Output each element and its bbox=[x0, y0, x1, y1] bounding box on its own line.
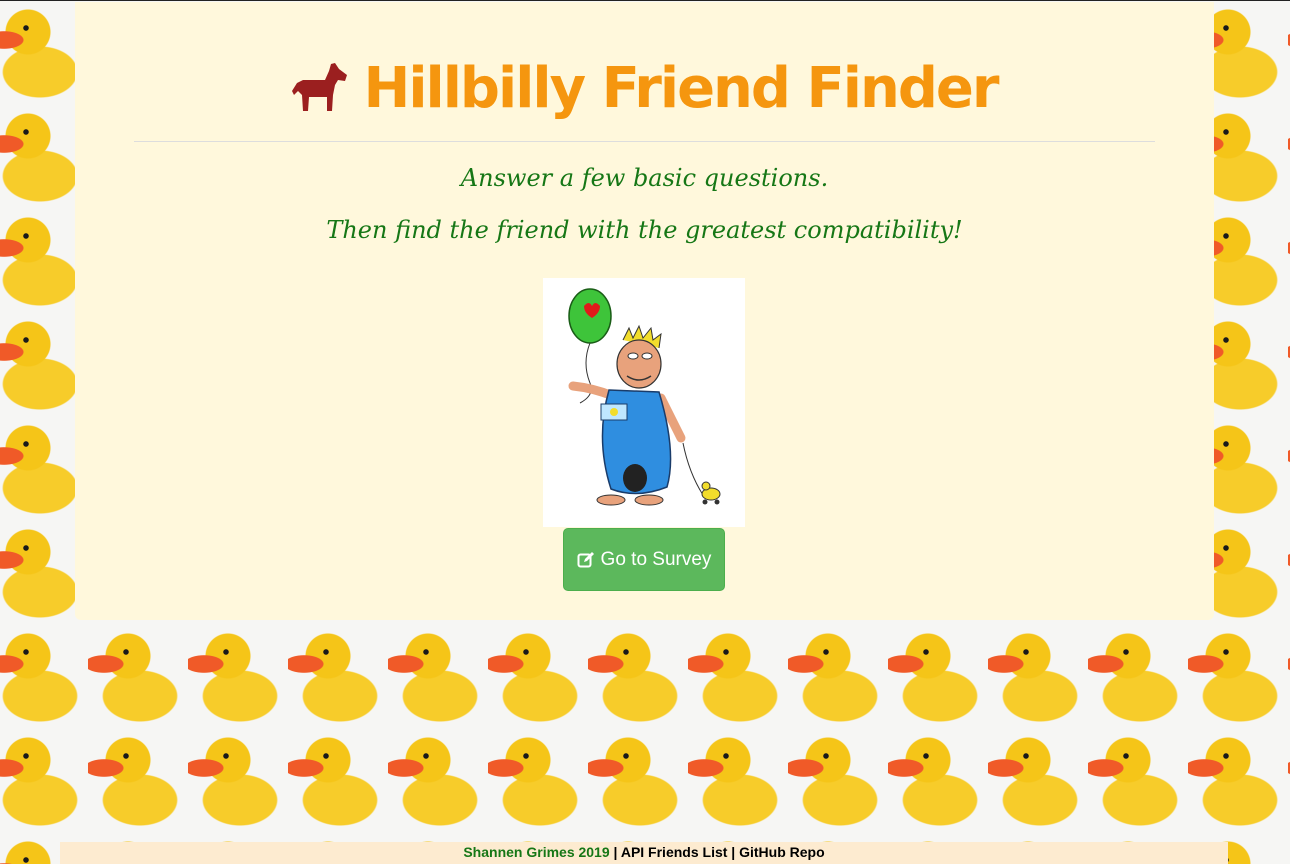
footer-separator-2: | bbox=[731, 844, 736, 860]
horse-icon bbox=[291, 60, 349, 130]
page-title-text: Hillbilly Friend Finder bbox=[363, 56, 999, 121]
go-to-survey-label: Go to Survey bbox=[600, 548, 712, 570]
divider bbox=[134, 141, 1155, 142]
edit-icon bbox=[577, 551, 595, 569]
hillbilly-illustration bbox=[543, 278, 745, 527]
api-friends-list-link[interactable]: API Friends List bbox=[621, 844, 728, 860]
main-container: Hillbilly Friend Finder Answer a few bas… bbox=[75, 2, 1214, 620]
github-repo-link[interactable]: GitHub Repo bbox=[739, 844, 825, 860]
intro-line-2: Then find the friend with the greatest c… bbox=[326, 216, 963, 244]
footer-separator-1: | bbox=[613, 844, 618, 860]
footer-author: Shannen Grimes 2019 bbox=[463, 844, 610, 860]
page-title: Hillbilly Friend Finder bbox=[75, 54, 1214, 130]
footer: Shannen Grimes 2019 | API Friends List |… bbox=[60, 842, 1228, 864]
intro-line-1: Answer a few basic questions. bbox=[460, 164, 829, 192]
go-to-survey-button[interactable]: Go to Survey bbox=[563, 528, 725, 591]
